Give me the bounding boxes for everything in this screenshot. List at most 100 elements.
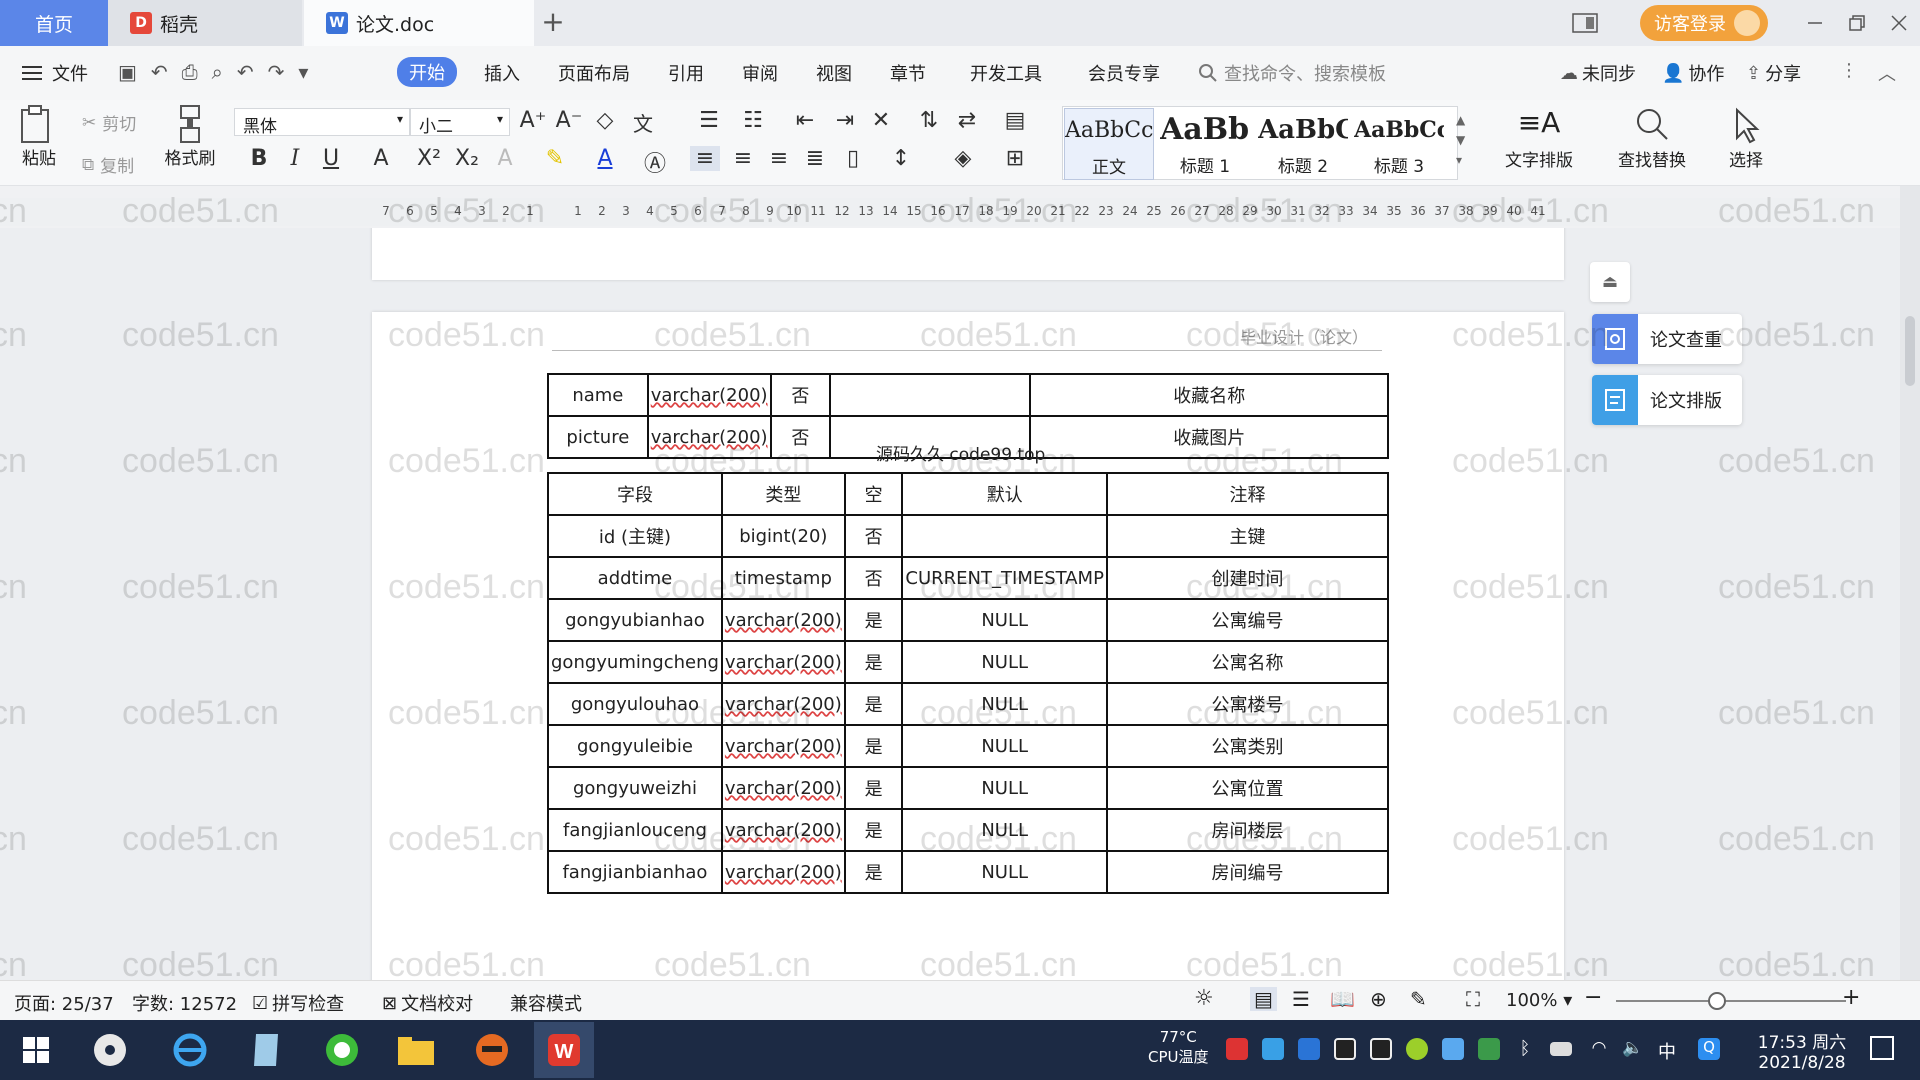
shield-icon[interactable] [1298, 1038, 1320, 1060]
cpu-temp[interactable]: 77°C CPU温度 [1148, 1028, 1209, 1067]
outline-view-icon[interactable]: ☰ [1292, 987, 1310, 1011]
table-cell[interactable]: varchar(200) [720, 724, 846, 768]
char-border-icon[interactable]: Ⓐ [640, 146, 670, 178]
menu-chapter[interactable]: 章节 [890, 60, 926, 86]
justify-icon[interactable]: ≣ [800, 146, 830, 171]
table-cell[interactable]: 创建时间 [1105, 556, 1390, 600]
table-cell[interactable]: 是 [843, 850, 904, 894]
table-cell[interactable]: varchar(200) [720, 640, 846, 684]
zoom-in-icon[interactable]: + [1842, 985, 1860, 1010]
menu-review[interactable]: 审阅 [742, 60, 778, 86]
table-cell[interactable]: NULL [901, 640, 1108, 684]
grow-font-icon[interactable]: A⁺ [518, 108, 548, 133]
align-center-icon[interactable]: ≡ [728, 146, 758, 171]
style-heading-2[interactable]: AaBbC 标题 2 [1258, 108, 1348, 180]
tab-document[interactable]: W 论文.doc [304, 0, 534, 46]
strikethrough-icon[interactable]: A [366, 146, 396, 171]
line-spacing-icon[interactable]: ↕ [886, 146, 916, 171]
reading-view-icon[interactable]: 📖 [1330, 987, 1355, 1011]
table-cell[interactable]: 公寓名称 [1105, 640, 1390, 684]
style-scroll-icon[interactable]: ▲ ▼ ▾ [1456, 110, 1465, 170]
table-cell[interactable]: bigint(20) [720, 514, 846, 558]
wifi-icon[interactable]: ◠ [1588, 1038, 1610, 1060]
table-cell[interactable]: varchar(200) [720, 808, 846, 852]
quick-access-icons[interactable]: ▣↶⎙⌕↶↷▾ [118, 60, 322, 84]
select-button[interactable]: 选择 [1716, 106, 1776, 171]
text-layout-button[interactable]: ≡A 文字排版 [1494, 106, 1584, 171]
menu-references[interactable]: 引用 [668, 60, 704, 86]
volume-icon[interactable]: 🔈 [1622, 1038, 1644, 1060]
table-cell[interactable]: 是 [843, 682, 904, 726]
table-cell[interactable]: fangjianlouceng [547, 808, 723, 852]
collapse-ribbon-icon[interactable]: ︿ [1878, 60, 1896, 86]
scroll-track[interactable] [1900, 186, 1920, 980]
phonetic-icon[interactable]: 文 [628, 108, 658, 137]
tab-daoke[interactable]: D 稻壳 [108, 0, 302, 46]
tray-app-icon[interactable] [1226, 1038, 1248, 1060]
chinese-layout-icon[interactable]: ✕ [866, 108, 896, 133]
align-left-icon[interactable]: ≡ [690, 146, 720, 171]
superscript-icon[interactable]: X² [414, 146, 444, 171]
zoom-slider[interactable] [1616, 1000, 1846, 1002]
format-painter-button[interactable]: 格式刷 [160, 104, 220, 169]
ime-indicator[interactable]: 中 [1658, 1038, 1676, 1064]
table-cell[interactable]: NULL [901, 682, 1108, 726]
sort-icon[interactable]: ⇅ [914, 108, 944, 133]
table-cell[interactable]: 收藏图片 [1029, 415, 1389, 459]
wps-taskbar-icon[interactable]: W [534, 1022, 594, 1078]
new-tab-button[interactable]: + [538, 8, 568, 38]
table-cell[interactable]: 否 [769, 373, 832, 417]
table-cell[interactable]: fangjianbianhao [547, 850, 723, 894]
shrink-font-icon[interactable]: A⁻ [554, 108, 584, 133]
notification-icon[interactable] [1870, 1036, 1894, 1060]
highlight-icon[interactable]: ✎ [540, 146, 570, 171]
bullet-list-icon[interactable]: ☰ [694, 108, 724, 133]
battery-icon[interactable] [1550, 1042, 1572, 1056]
qq-icon[interactable] [1370, 1038, 1392, 1060]
collab-button[interactable]: 👤 协作 [1662, 60, 1724, 86]
table-cell[interactable]: 主键 [1105, 514, 1390, 558]
table-cell[interactable]: id (主键) [547, 514, 723, 558]
menu-member[interactable]: 会员专享 [1088, 60, 1160, 86]
search-app-icon[interactable]: Q [1698, 1038, 1720, 1060]
minimize-icon[interactable] [1794, 0, 1836, 46]
table-cell[interactable]: varchar(200) [720, 682, 846, 726]
copy-button[interactable]: ⧉ 复制 [82, 152, 134, 178]
pen-icon[interactable]: ✎ [1410, 987, 1427, 1011]
table-cell[interactable]: 是 [843, 766, 904, 810]
table-cell[interactable]: timestamp [720, 556, 846, 600]
table-cell[interactable]: 否 [769, 415, 832, 459]
clock[interactable]: 17:53 周六 2021/8/28 [1742, 1028, 1862, 1073]
table-cell[interactable]: addtime [547, 556, 723, 600]
table-cell[interactable]: NULL [901, 850, 1108, 894]
table-header-cell[interactable]: 注释 [1105, 472, 1390, 516]
ie-icon[interactable] [160, 1025, 220, 1075]
cut-button[interactable]: ✂ 剪切 [82, 110, 136, 136]
table-cell[interactable]: 房间楼层 [1105, 808, 1390, 852]
tray-app-icon[interactable] [1478, 1038, 1500, 1060]
table-cell[interactable] [829, 373, 1032, 417]
table-cell[interactable]: NULL [901, 724, 1108, 768]
command-search-input[interactable]: 查找命令、搜索模板 [1198, 60, 1386, 86]
table-header-cell[interactable]: 类型 [720, 472, 846, 516]
game-app-icon[interactable] [462, 1025, 522, 1075]
shading-icon[interactable]: ◈ [948, 146, 978, 171]
table-cell[interactable]: varchar(200) [720, 598, 846, 642]
table-cell[interactable]: 是 [843, 640, 904, 684]
scroll-thumb[interactable] [1905, 316, 1915, 386]
table-cell[interactable]: 否 [843, 556, 904, 600]
start-button[interactable] [6, 1025, 66, 1075]
tray-app-icon[interactable] [1442, 1038, 1464, 1060]
table-cell[interactable]: NULL [901, 598, 1108, 642]
find-replace-button[interactable]: 查找替换 [1604, 106, 1700, 171]
table-cell[interactable]: varchar(200) [646, 373, 772, 417]
align-right-icon[interactable]: ≡ [764, 146, 794, 171]
notepad-app-icon[interactable] [236, 1025, 296, 1075]
zoom-out-icon[interactable]: − [1584, 985, 1602, 1010]
font-family-select[interactable]: 黑体 ▾ [234, 108, 410, 137]
zoom-slider-thumb[interactable] [1708, 992, 1726, 1010]
table-cell[interactable]: NULL [901, 808, 1108, 852]
ruler[interactable]: 7 6 5 4 3 2 1 1 2 3 4 5 6 7 8 9 10 11 12 13 14 15 16 17 18 19 20 21… [0, 198, 1920, 226]
font-size-select[interactable]: 小二 ▾ [410, 108, 510, 137]
distributed-icon[interactable]: ▯ [838, 146, 868, 171]
